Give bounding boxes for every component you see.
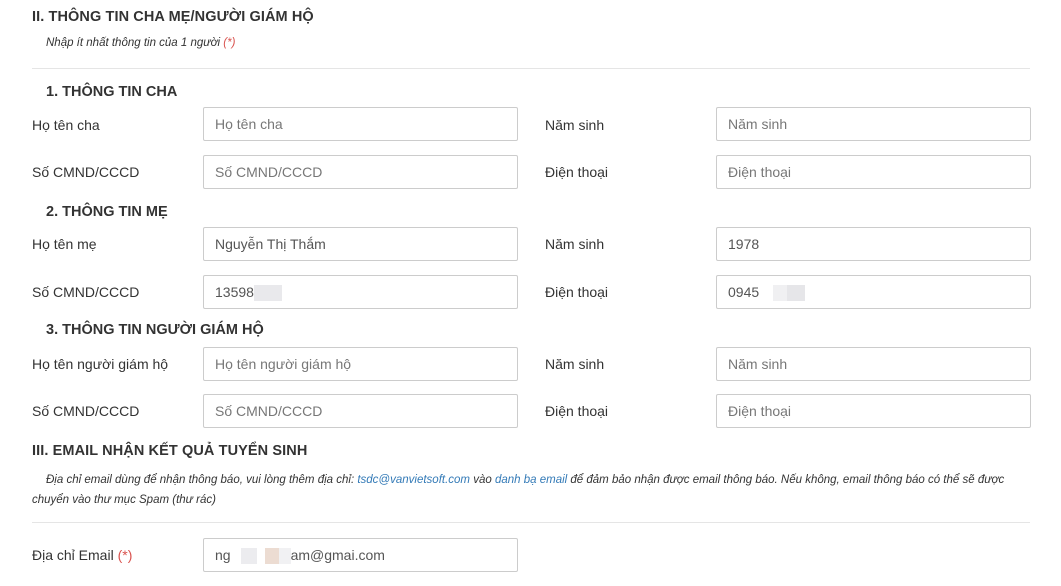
father-phone-input[interactable]	[716, 155, 1031, 189]
redaction-mask	[264, 548, 279, 565]
email-input[interactable]: ng am@gmai.com	[203, 538, 518, 572]
mother-phone-label: Điện thoại	[545, 284, 609, 300]
guardian-name-input[interactable]	[203, 347, 518, 381]
redaction-mask	[278, 548, 291, 565]
mother-id-label: Số CMND/CCCD	[32, 284, 140, 300]
mother-id-value: 13598	[215, 284, 254, 300]
email-label: Địa chỉ Email (*)	[32, 547, 132, 563]
email-value-start: ng	[215, 547, 231, 563]
parents-note: Nhập ít nhất thông tin của 1 người (*)	[46, 37, 235, 49]
guardian-id-label: Số CMND/CCCD	[32, 403, 140, 419]
divider	[32, 522, 1030, 523]
father-birth-year-input[interactable]	[716, 107, 1031, 141]
father-phone-label: Điện thoại	[545, 164, 609, 180]
father-name-input[interactable]	[203, 107, 518, 141]
mother-name-input[interactable]	[203, 227, 518, 261]
guardian-phone-label: Điện thoại	[545, 403, 609, 419]
father-id-label: Số CMND/CCCD	[32, 164, 140, 180]
parents-note-text: Nhập ít nhất thông tin của 1 người	[46, 37, 221, 49]
father-birth-year-label: Năm sinh	[545, 117, 605, 133]
section-title-parents: II. THÔNG TIN CHA MẸ/NGƯỜI GIÁM HỘ	[32, 9, 314, 25]
subsection-title-mother: 2. THÔNG TIN MẸ	[46, 204, 168, 220]
email-label-text: Địa chỉ Email	[32, 547, 114, 563]
subsection-title-father: 1. THÔNG TIN CHA	[46, 84, 178, 100]
mother-id-input[interactable]: 13598	[203, 275, 518, 309]
guardian-name-label: Họ tên người giám hộ	[32, 356, 169, 372]
guardian-phone-input[interactable]	[716, 394, 1031, 428]
subsection-title-guardian: 3. THÔNG TIN NGƯỜI GIÁM HỘ	[46, 322, 264, 338]
required-marker: (*)	[117, 547, 133, 563]
email-value-end: am@gmai.com	[290, 547, 385, 563]
mother-birth-year-label: Năm sinh	[545, 236, 605, 252]
redaction-mask	[240, 548, 257, 565]
guardian-birth-year-label: Năm sinh	[545, 356, 605, 372]
mother-phone-input[interactable]: 0945	[716, 275, 1031, 309]
mother-birth-year-input[interactable]	[716, 227, 1031, 261]
father-id-input[interactable]	[203, 155, 518, 189]
mother-phone-value: 0945	[728, 284, 760, 300]
required-marker: (*)	[223, 37, 236, 49]
redaction-mask	[253, 285, 282, 302]
address-book-link[interactable]: danh bạ email	[495, 474, 567, 486]
mother-name-label: Họ tên mẹ	[32, 236, 97, 252]
contact-email-link[interactable]: tsdc@vanvietsoft.com	[357, 474, 470, 486]
father-name-label: Họ tên cha	[32, 117, 100, 133]
guardian-birth-year-input[interactable]	[716, 347, 1031, 381]
email-note: Địa chỉ email dùng để nhận thông báo, vu…	[32, 474, 1005, 506]
section-title-email: III. EMAIL NHẬN KẾT QUẢ TUYỂN SINH	[32, 443, 308, 459]
divider	[32, 68, 1030, 69]
guardian-id-input[interactable]	[203, 394, 518, 428]
redaction-mask	[773, 285, 788, 302]
redaction-mask	[787, 285, 806, 302]
